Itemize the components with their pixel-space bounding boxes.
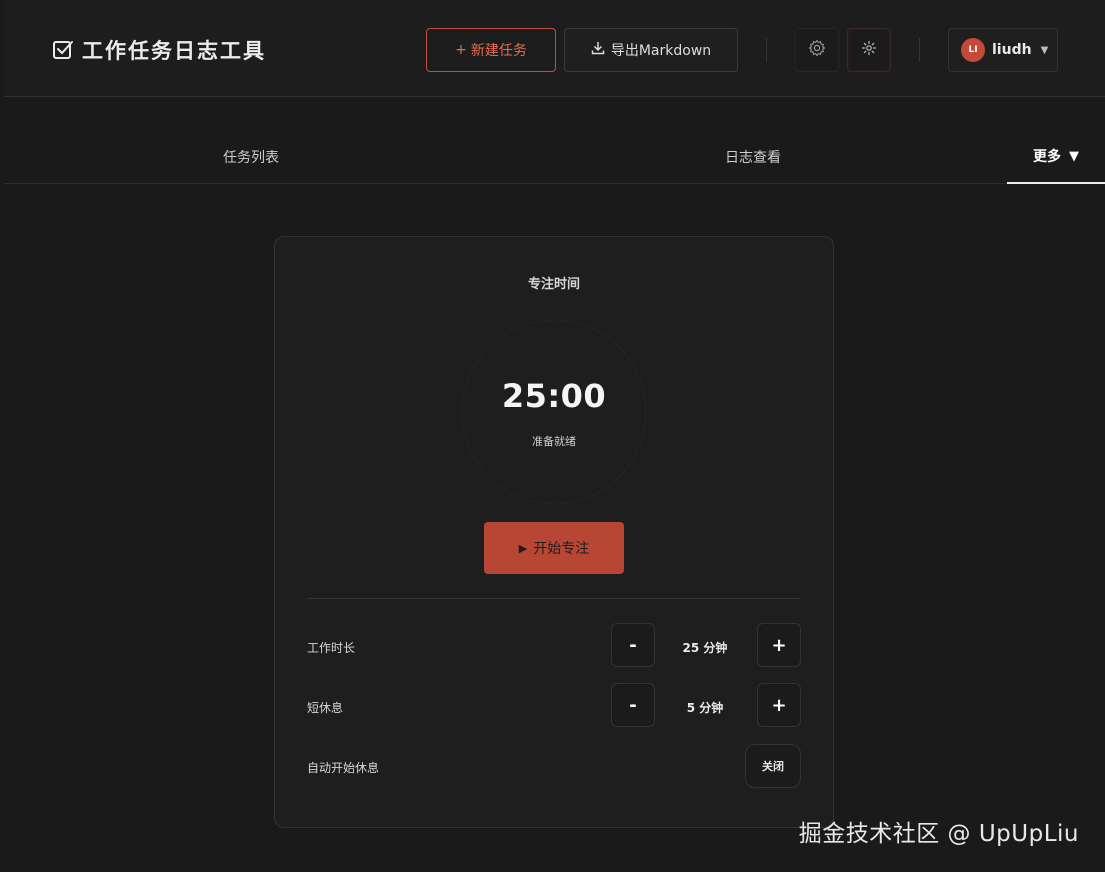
break-decrease-button[interactable]: - [611,683,655,727]
caret-down-icon: ▼ [1040,44,1049,56]
theme-toggle-button[interactable] [847,28,891,72]
work-duration-value: 25 分钟 [682,641,728,655]
timer-display: 25:00 [501,377,607,415]
checkbox-icon [52,39,74,61]
export-markdown-button[interactable]: 导出Markdown [564,28,738,72]
settings-button[interactable] [795,28,839,72]
auto-break-toggle[interactable]: 关闭 [745,744,801,788]
work-duration-label: 工作时长 [307,641,356,655]
tab-more[interactable]: 更多 ▼ [1007,130,1105,184]
app-title: 工作任务日志工具 [82,38,266,63]
watermark: 掘金技术社区 @ UpUpLiu [798,821,1079,847]
tab-task-list[interactable]: 任务列表 [4,130,498,183]
pomodoro-card: 专注时间 25:00 准备就绪 ▶ 开始专注 工作时长 - 25 分钟 + 短休… [274,236,834,828]
tab-log-view[interactable]: 日志查看 [500,130,1006,183]
user-name: liudh [992,42,1032,58]
timer-status: 准备就绪 [532,435,576,448]
divider [307,598,801,599]
play-icon: ▶ [518,541,528,555]
brand: 工作任务日志工具 [52,34,266,66]
short-break-value: 5 分钟 [686,701,724,715]
break-increase-button[interactable]: + [757,683,801,727]
start-focus-label: 开始专注 [533,541,590,557]
start-focus-button[interactable]: ▶ 开始专注 [484,522,624,574]
card-title: 专注时间 [527,277,580,292]
download-icon [591,41,605,59]
tab-bar: 任务列表 日志查看 更多 ▼ [4,130,1105,184]
work-decrease-button[interactable]: - [611,623,655,667]
short-break-label: 短休息 [307,701,344,715]
user-menu-button[interactable]: LI liudh ▼ [948,28,1058,72]
tab-more-label: 更多 [1033,149,1061,165]
new-task-label: 新建任务 [470,43,527,59]
caret-down-icon: ▼ [1069,148,1079,164]
work-increase-button[interactable]: + [757,623,801,667]
plus-icon: + [455,42,467,58]
auto-break-label: 自动开始休息 [307,761,380,775]
app-header: 工作任务日志工具 + 新建任务 导出Markdown LI liudh ▼ [4,0,1105,97]
avatar: LI [961,38,985,62]
export-label: 导出Markdown [610,43,712,59]
header-divider [919,38,920,62]
header-divider [766,38,767,62]
sun-icon [861,40,877,60]
new-task-button[interactable]: + 新建任务 [426,28,556,72]
gear-icon [808,39,826,61]
